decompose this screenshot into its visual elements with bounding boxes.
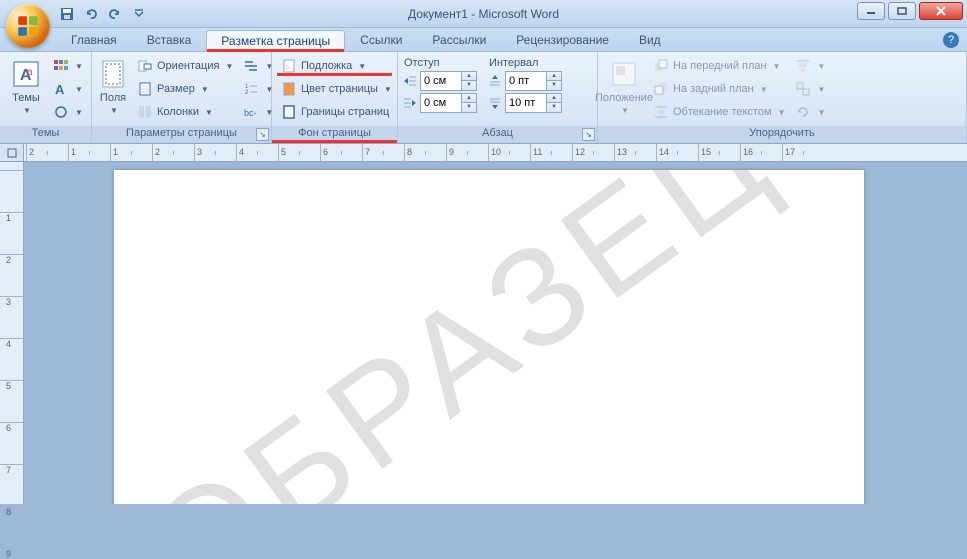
themes-button[interactable]: Aa Темы ▼: [4, 55, 48, 116]
redo-icon[interactable]: [104, 3, 126, 25]
spacing-before-input[interactable]: ▲▼: [505, 71, 562, 91]
save-icon[interactable]: [56, 3, 78, 25]
hyphenation-button[interactable]: bc‐▼: [240, 101, 276, 123]
tab-mailings[interactable]: Рассылки: [417, 29, 501, 51]
tab-page-layout[interactable]: Разметка страницы: [206, 30, 345, 52]
indent-right-icon: [402, 95, 418, 111]
indent-left-input[interactable]: ▲▼: [420, 71, 477, 91]
close-button[interactable]: [919, 2, 963, 20]
group-arrange: Положение ▼ На передний план▼ На задний …: [598, 52, 967, 143]
group-page-background: AПодложка▼ Цвет страницы▼ Границы страни…: [272, 52, 398, 143]
ruler-corner[interactable]: [0, 144, 24, 162]
indent-right-input[interactable]: ▲▼: [420, 93, 477, 113]
columns-button[interactable]: Колонки▼: [132, 101, 238, 123]
spacing-label: Интервал: [487, 57, 562, 69]
office-button[interactable]: [6, 4, 50, 48]
group-page-setup: Поля ▼ Ориентация▼ Размер▼ Колонки▼ ▼ 12…: [92, 52, 272, 143]
svg-text:a: a: [27, 67, 33, 78]
tab-view[interactable]: Вид: [624, 29, 676, 51]
minimize-button[interactable]: [857, 2, 885, 20]
spacing-before-icon: [487, 73, 503, 89]
position-label: Положение: [595, 92, 653, 104]
vertical-ruler[interactable]: 123456789: [0, 162, 24, 504]
qat-customize-icon[interactable]: [128, 3, 150, 25]
theme-colors-button[interactable]: ▼: [50, 55, 86, 77]
group-paragraph: Отступ ▲▼ ▲▼ Интервал ▲▼ ▲▼: [398, 52, 598, 143]
document-page[interactable]: ОБРАЗЕЦ: [114, 170, 864, 504]
group-themes: Aa Темы ▼ ▼ A▼ ▼ Темы: [0, 52, 92, 143]
theme-effects-button[interactable]: ▼: [50, 101, 86, 123]
position-button: Положение ▼: [602, 55, 646, 116]
horizontal-ruler[interactable]: 211234567891011121314151617: [0, 144, 967, 162]
margins-button[interactable]: Поля ▼: [96, 55, 130, 116]
svg-text:A: A: [55, 82, 65, 97]
page-borders-button[interactable]: Границы страниц: [276, 101, 393, 123]
tab-insert[interactable]: Вставка: [132, 29, 207, 51]
bring-to-front-button: На передний план▼: [648, 55, 790, 77]
watermark-text: ОБРАЗЕЦ: [119, 170, 803, 504]
breaks-button[interactable]: ▼: [240, 55, 276, 77]
rotate-button: ▼: [792, 101, 828, 123]
margins-label: Поля: [100, 92, 126, 104]
line-numbers-button[interactable]: 12▼: [240, 78, 276, 100]
group-button: ▼: [792, 78, 828, 100]
maximize-button[interactable]: [888, 2, 916, 20]
document-background[interactable]: ОБРАЗЕЦ: [24, 162, 967, 504]
undo-icon[interactable]: [80, 3, 102, 25]
paragraph-launcher[interactable]: ↘: [582, 128, 595, 141]
title-bar: Документ1 - Microsoft Word: [0, 0, 967, 28]
ribbon-tab-bar: Главная Вставка Разметка страницы Ссылки…: [0, 28, 967, 52]
align-button: ▼: [792, 55, 828, 77]
chevron-down-icon: ▼: [23, 106, 31, 115]
tab-review[interactable]: Рецензирование: [501, 29, 624, 51]
indent-label: Отступ: [402, 57, 477, 69]
text-wrapping-button: Обтекание текстом▼: [648, 101, 790, 123]
group-paragraph-label: Абзац↘: [398, 126, 597, 143]
group-page-setup-label: Параметры страницы↘: [92, 126, 271, 143]
orientation-button[interactable]: Ориентация▼: [132, 55, 238, 77]
themes-label: Темы: [12, 92, 40, 104]
theme-fonts-button[interactable]: A▼: [50, 78, 86, 100]
work-area: 123456789 ОБРАЗЕЦ: [0, 162, 967, 504]
help-icon[interactable]: ?: [943, 32, 959, 48]
group-page-background-label: Фон страницы: [272, 126, 397, 143]
send-to-back-button: На задний план▼: [648, 78, 790, 100]
svg-text:2: 2: [245, 90, 249, 96]
quick-access-toolbar: [56, 3, 150, 25]
spacing-after-icon: [487, 95, 503, 111]
ribbon: Aa Темы ▼ ▼ A▼ ▼ Темы Поля ▼ Ориентация▼…: [0, 52, 967, 144]
indent-left-icon: [402, 73, 418, 89]
spacing-after-input[interactable]: ▲▼: [505, 93, 562, 113]
svg-text:bc‐: bc‐: [244, 108, 257, 118]
page-color-button[interactable]: Цвет страницы▼: [276, 78, 393, 100]
tab-home[interactable]: Главная: [56, 29, 132, 51]
page-setup-launcher[interactable]: ↘: [256, 128, 269, 141]
group-themes-label: Темы: [0, 126, 91, 143]
watermark-button[interactable]: AПодложка▼: [276, 55, 393, 77]
size-button[interactable]: Размер▼: [132, 78, 238, 100]
group-arrange-label: Упорядочить: [598, 126, 966, 143]
tab-references[interactable]: Ссылки: [345, 29, 417, 51]
